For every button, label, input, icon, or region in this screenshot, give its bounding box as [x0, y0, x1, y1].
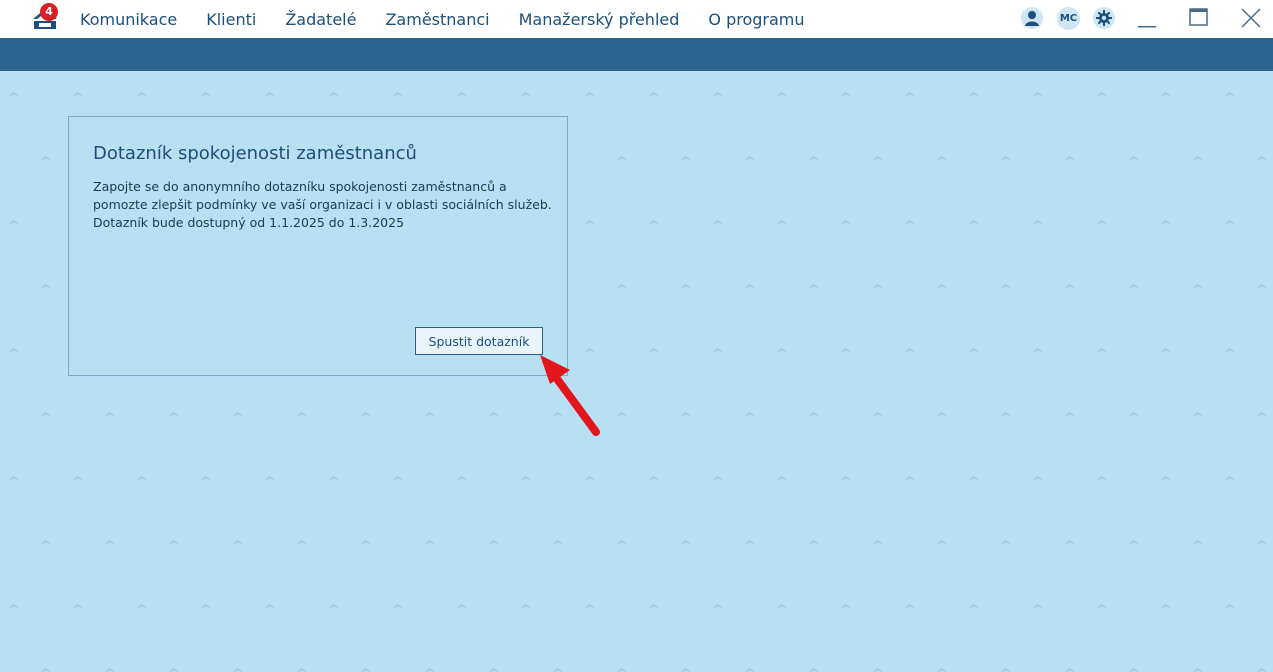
- survey-card: Dotazník spokojenosti zaměstnanců Zapojt…: [68, 116, 568, 376]
- main-menu: Komunikace Klienti Žadatelé Zaměstnanci …: [80, 0, 834, 38]
- annotation-arrow-icon: [540, 355, 600, 436]
- card-text-line: Dotazník bude dostupný od 1.1.2025 do 1.…: [93, 215, 405, 230]
- card-text-line: Zapojte se do anonymního dotazníku spoko…: [93, 179, 507, 194]
- card-description: Zapojte se do anonymního dotazníku spoko…: [93, 178, 552, 232]
- minimize-icon[interactable]: [1138, 7, 1156, 29]
- card-title: Dotazník spokojenosti zaměstnanců: [93, 143, 417, 164]
- user-icon[interactable]: [1021, 7, 1043, 29]
- initials-avatar-icon[interactable]: MC: [1057, 7, 1080, 30]
- notification-badge[interactable]: 4: [40, 3, 58, 21]
- menu-item-zamestnanci[interactable]: Zaměstnanci: [385, 10, 489, 29]
- top-menu-bar: 4 Komunikace Klienti Žadatelé Zaměstnanc…: [0, 0, 1273, 38]
- menu-item-komunikace[interactable]: Komunikace: [80, 10, 177, 29]
- start-survey-button[interactable]: Spustit dotazník: [415, 327, 543, 355]
- menu-item-zadatele[interactable]: Žadatelé: [285, 10, 356, 29]
- menu-item-manazersky-prehled[interactable]: Manažerský přehled: [519, 10, 680, 29]
- gear-icon[interactable]: [1093, 7, 1115, 29]
- close-icon[interactable]: [1240, 7, 1262, 29]
- card-text-line: pomozte zlepšit podmínky ve vaší organiz…: [93, 197, 552, 212]
- maximize-icon[interactable]: [1189, 7, 1209, 27]
- menu-item-o-programu[interactable]: O programu: [708, 10, 804, 29]
- header-strip: [0, 38, 1273, 71]
- menu-item-klienti[interactable]: Klienti: [206, 10, 256, 29]
